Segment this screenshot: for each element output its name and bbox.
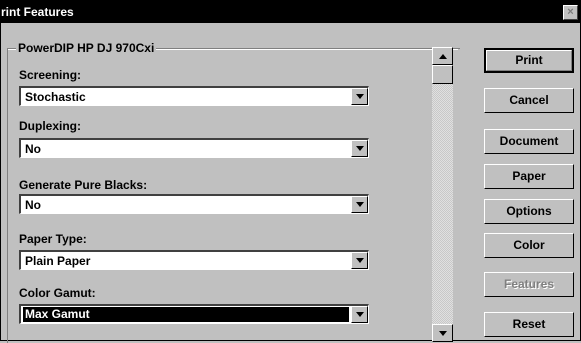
reset-button[interactable]: Reset bbox=[484, 312, 574, 337]
paper-type-value: Plain Paper bbox=[25, 254, 91, 268]
pure-blacks-label: Generate Pure Blacks: bbox=[19, 178, 148, 192]
paper-type-label: Paper Type: bbox=[19, 232, 87, 246]
group-legend: PowerDIP HP DJ 970Cxi bbox=[16, 41, 157, 55]
close-button[interactable]: × bbox=[563, 5, 578, 20]
color-gamut-label: Color Gamut: bbox=[19, 286, 96, 300]
paper-button[interactable]: Paper bbox=[484, 164, 574, 189]
pure-blacks-value: No bbox=[25, 198, 41, 212]
scroll-thumb[interactable] bbox=[432, 65, 453, 84]
close-icon: × bbox=[567, 6, 574, 18]
chevron-down-icon[interactable] bbox=[351, 252, 368, 269]
paper-type-dropdown[interactable]: Plain Paper bbox=[19, 250, 369, 270]
chevron-down-icon[interactable] bbox=[351, 88, 368, 105]
scroll-down-arrow-icon[interactable] bbox=[432, 324, 453, 342]
scroll-up-arrow-icon[interactable] bbox=[432, 47, 453, 65]
title-bar[interactable]: rint Features × bbox=[1, 1, 580, 23]
print-features-dialog: rint Features × PowerDIP HP DJ 970Cxi Sc… bbox=[0, 0, 581, 343]
features-button: Features bbox=[484, 272, 574, 297]
chevron-down-icon[interactable] bbox=[351, 306, 368, 323]
window-title: rint Features bbox=[1, 5, 74, 19]
pure-blacks-dropdown[interactable]: No bbox=[19, 194, 369, 214]
vertical-scrollbar[interactable] bbox=[432, 47, 453, 342]
screening-value: Stochastic bbox=[25, 90, 86, 104]
duplexing-label: Duplexing: bbox=[19, 119, 81, 133]
print-button[interactable]: Print bbox=[484, 48, 574, 73]
cancel-button[interactable]: Cancel bbox=[484, 88, 574, 113]
document-button[interactable]: Document bbox=[484, 129, 574, 154]
screening-label: Screening: bbox=[19, 68, 82, 82]
duplexing-dropdown[interactable]: No bbox=[19, 138, 369, 158]
color-gamut-dropdown[interactable]: Max Gamut bbox=[19, 304, 369, 324]
screening-dropdown[interactable]: Stochastic bbox=[19, 86, 369, 106]
options-button[interactable]: Options bbox=[484, 199, 574, 224]
chevron-down-icon[interactable] bbox=[351, 140, 368, 157]
chevron-down-icon[interactable] bbox=[351, 196, 368, 213]
color-button[interactable]: Color bbox=[484, 233, 574, 258]
color-gamut-value: Max Gamut bbox=[23, 307, 349, 322]
duplexing-value: No bbox=[25, 142, 41, 156]
